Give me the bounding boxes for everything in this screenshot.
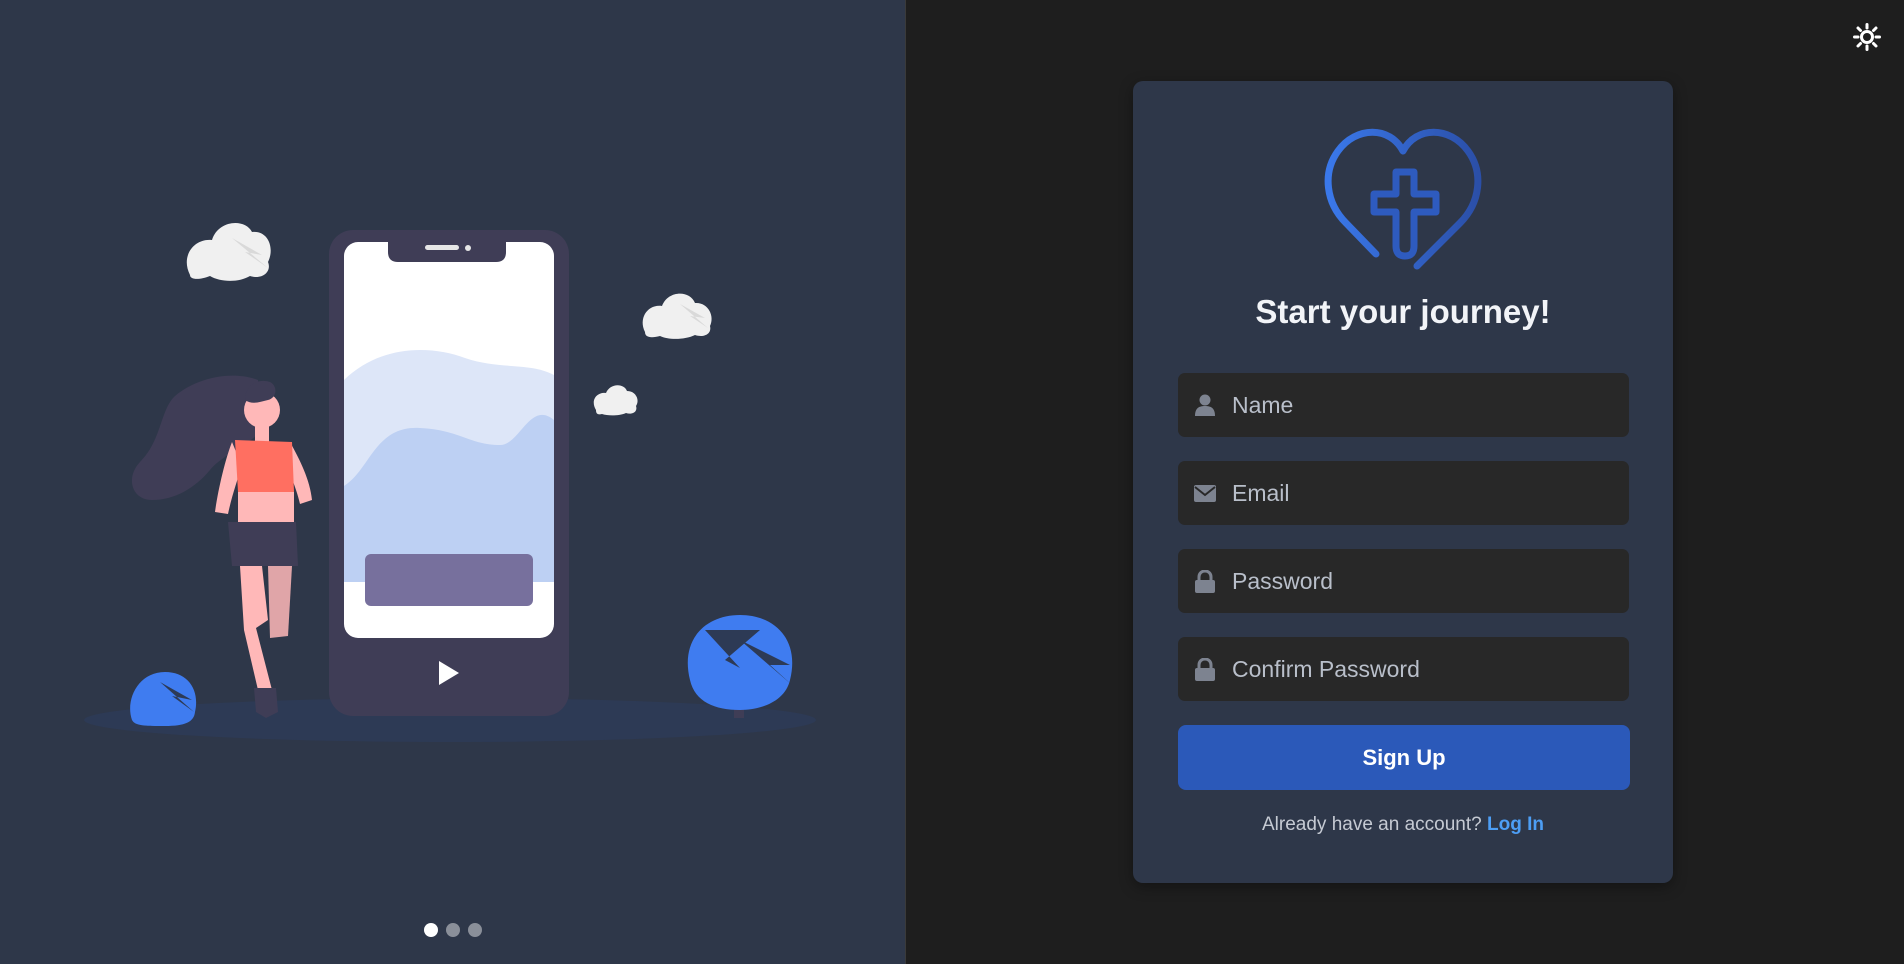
confirm-password-input[interactable]	[1232, 637, 1629, 701]
cloud-icon	[593, 385, 638, 416]
carousel-dot-1[interactable]	[423, 923, 438, 937]
log-in-link[interactable]: Log In	[1487, 814, 1544, 835]
theme-toggle-button[interactable]	[1852, 22, 1882, 52]
illustration-panel	[0, 0, 905, 964]
confirm-password-field[interactable]	[1178, 637, 1629, 701]
password-field[interactable]	[1178, 549, 1629, 613]
signup-card: Start your journey! Sign Up Already have…	[1133, 81, 1673, 883]
carousel-dot-2[interactable]	[445, 923, 460, 937]
heart-cross-icon	[1324, 128, 1482, 270]
carousel-dots	[0, 923, 905, 937]
cloud-icon	[186, 222, 271, 281]
bush-icon	[130, 672, 197, 726]
page-title: Start your journey!	[1255, 293, 1551, 330]
bush-icon	[687, 615, 793, 718]
woman-jogging-illustration	[84, 222, 816, 742]
password-input[interactable]	[1232, 549, 1629, 613]
cloud-icon	[642, 293, 712, 339]
name-input[interactable]	[1232, 373, 1629, 437]
name-field[interactable]	[1178, 373, 1629, 437]
lock-icon	[1178, 657, 1232, 681]
login-prompt-row: Already have an account? Log In	[1133, 814, 1673, 836]
email-input[interactable]	[1232, 461, 1629, 525]
login-prompt-text: Already have an account?	[1262, 814, 1482, 835]
lock-icon	[1178, 569, 1232, 593]
email-field[interactable]	[1178, 461, 1629, 525]
sun-icon	[1853, 23, 1881, 51]
envelope-icon	[1178, 484, 1232, 502]
sign-up-button[interactable]: Sign Up	[1178, 725, 1630, 790]
user-icon	[1178, 394, 1232, 416]
carousel-dot-3[interactable]	[467, 923, 482, 937]
